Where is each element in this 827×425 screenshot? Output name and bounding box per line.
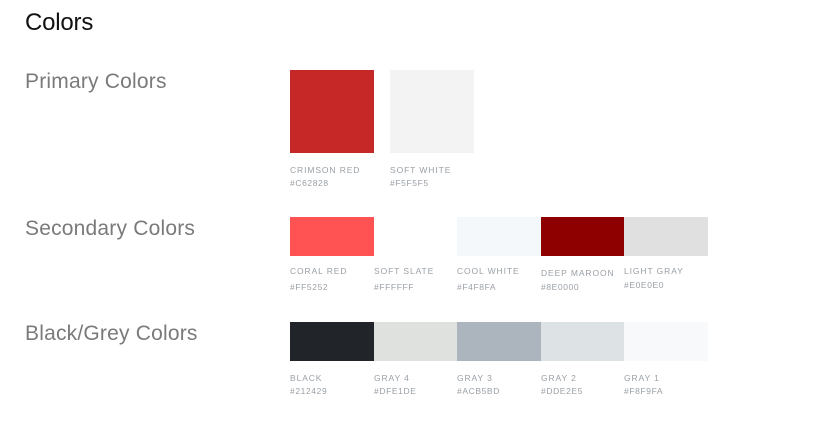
swatch-name: SOFT SLATE bbox=[374, 266, 435, 276]
swatch-color bbox=[457, 322, 541, 361]
swatch-name: GRAY 4 bbox=[374, 373, 410, 383]
swatch-color bbox=[541, 322, 624, 361]
swatch-name: GRAY 1 bbox=[624, 373, 660, 383]
section-label-black-grey: Black/Grey Colors bbox=[25, 322, 198, 345]
swatch-hex: #E0E0E0 bbox=[624, 280, 665, 290]
swatch-name: GRAY 3 bbox=[457, 373, 493, 383]
swatch-color bbox=[374, 217, 457, 256]
swatch-color bbox=[390, 70, 474, 153]
swatch-name: LIGHT GRAY bbox=[624, 266, 684, 276]
swatch-color bbox=[290, 322, 374, 361]
swatch-color bbox=[541, 217, 624, 256]
swatch-color bbox=[624, 322, 708, 361]
swatch-hex: #DFE1DE bbox=[374, 386, 417, 396]
swatch-name: COOL WHITE bbox=[457, 266, 520, 276]
swatch-name: GRAY 2 bbox=[541, 373, 577, 383]
swatch-hex: #DDE2E5 bbox=[541, 386, 583, 396]
swatch-name: CRIMSON RED bbox=[290, 165, 361, 175]
swatch-color bbox=[374, 322, 457, 361]
swatch-color bbox=[290, 217, 374, 256]
swatch-hex: #C62828 bbox=[290, 178, 329, 188]
swatch-hex: #F8F9FA bbox=[624, 386, 664, 396]
swatch-color bbox=[624, 217, 708, 256]
swatch-name: CORAL RED bbox=[290, 266, 348, 276]
section-label-primary: Primary Colors bbox=[25, 70, 167, 93]
swatch-hex: #FF5252 bbox=[290, 282, 329, 292]
section-label-secondary: Secondary Colors bbox=[25, 217, 196, 240]
page-title: Colors bbox=[25, 9, 94, 36]
swatch-name: BLACK bbox=[290, 373, 323, 383]
swatch-color bbox=[290, 70, 374, 153]
swatch-hex: #FFFFFF bbox=[374, 282, 415, 292]
swatch-hex: #212429 bbox=[290, 386, 328, 396]
swatch-color bbox=[457, 217, 541, 256]
swatch-name: DEEP MAROON bbox=[541, 268, 615, 278]
swatch-hex: #ACB5BD bbox=[457, 386, 500, 396]
swatch-name: SOFT WHITE bbox=[390, 165, 452, 175]
swatch-hex: #8E0000 bbox=[541, 282, 580, 292]
swatch-hex: #F5F5F5 bbox=[390, 178, 429, 188]
swatch-hex: #F4F8FA bbox=[457, 282, 497, 292]
